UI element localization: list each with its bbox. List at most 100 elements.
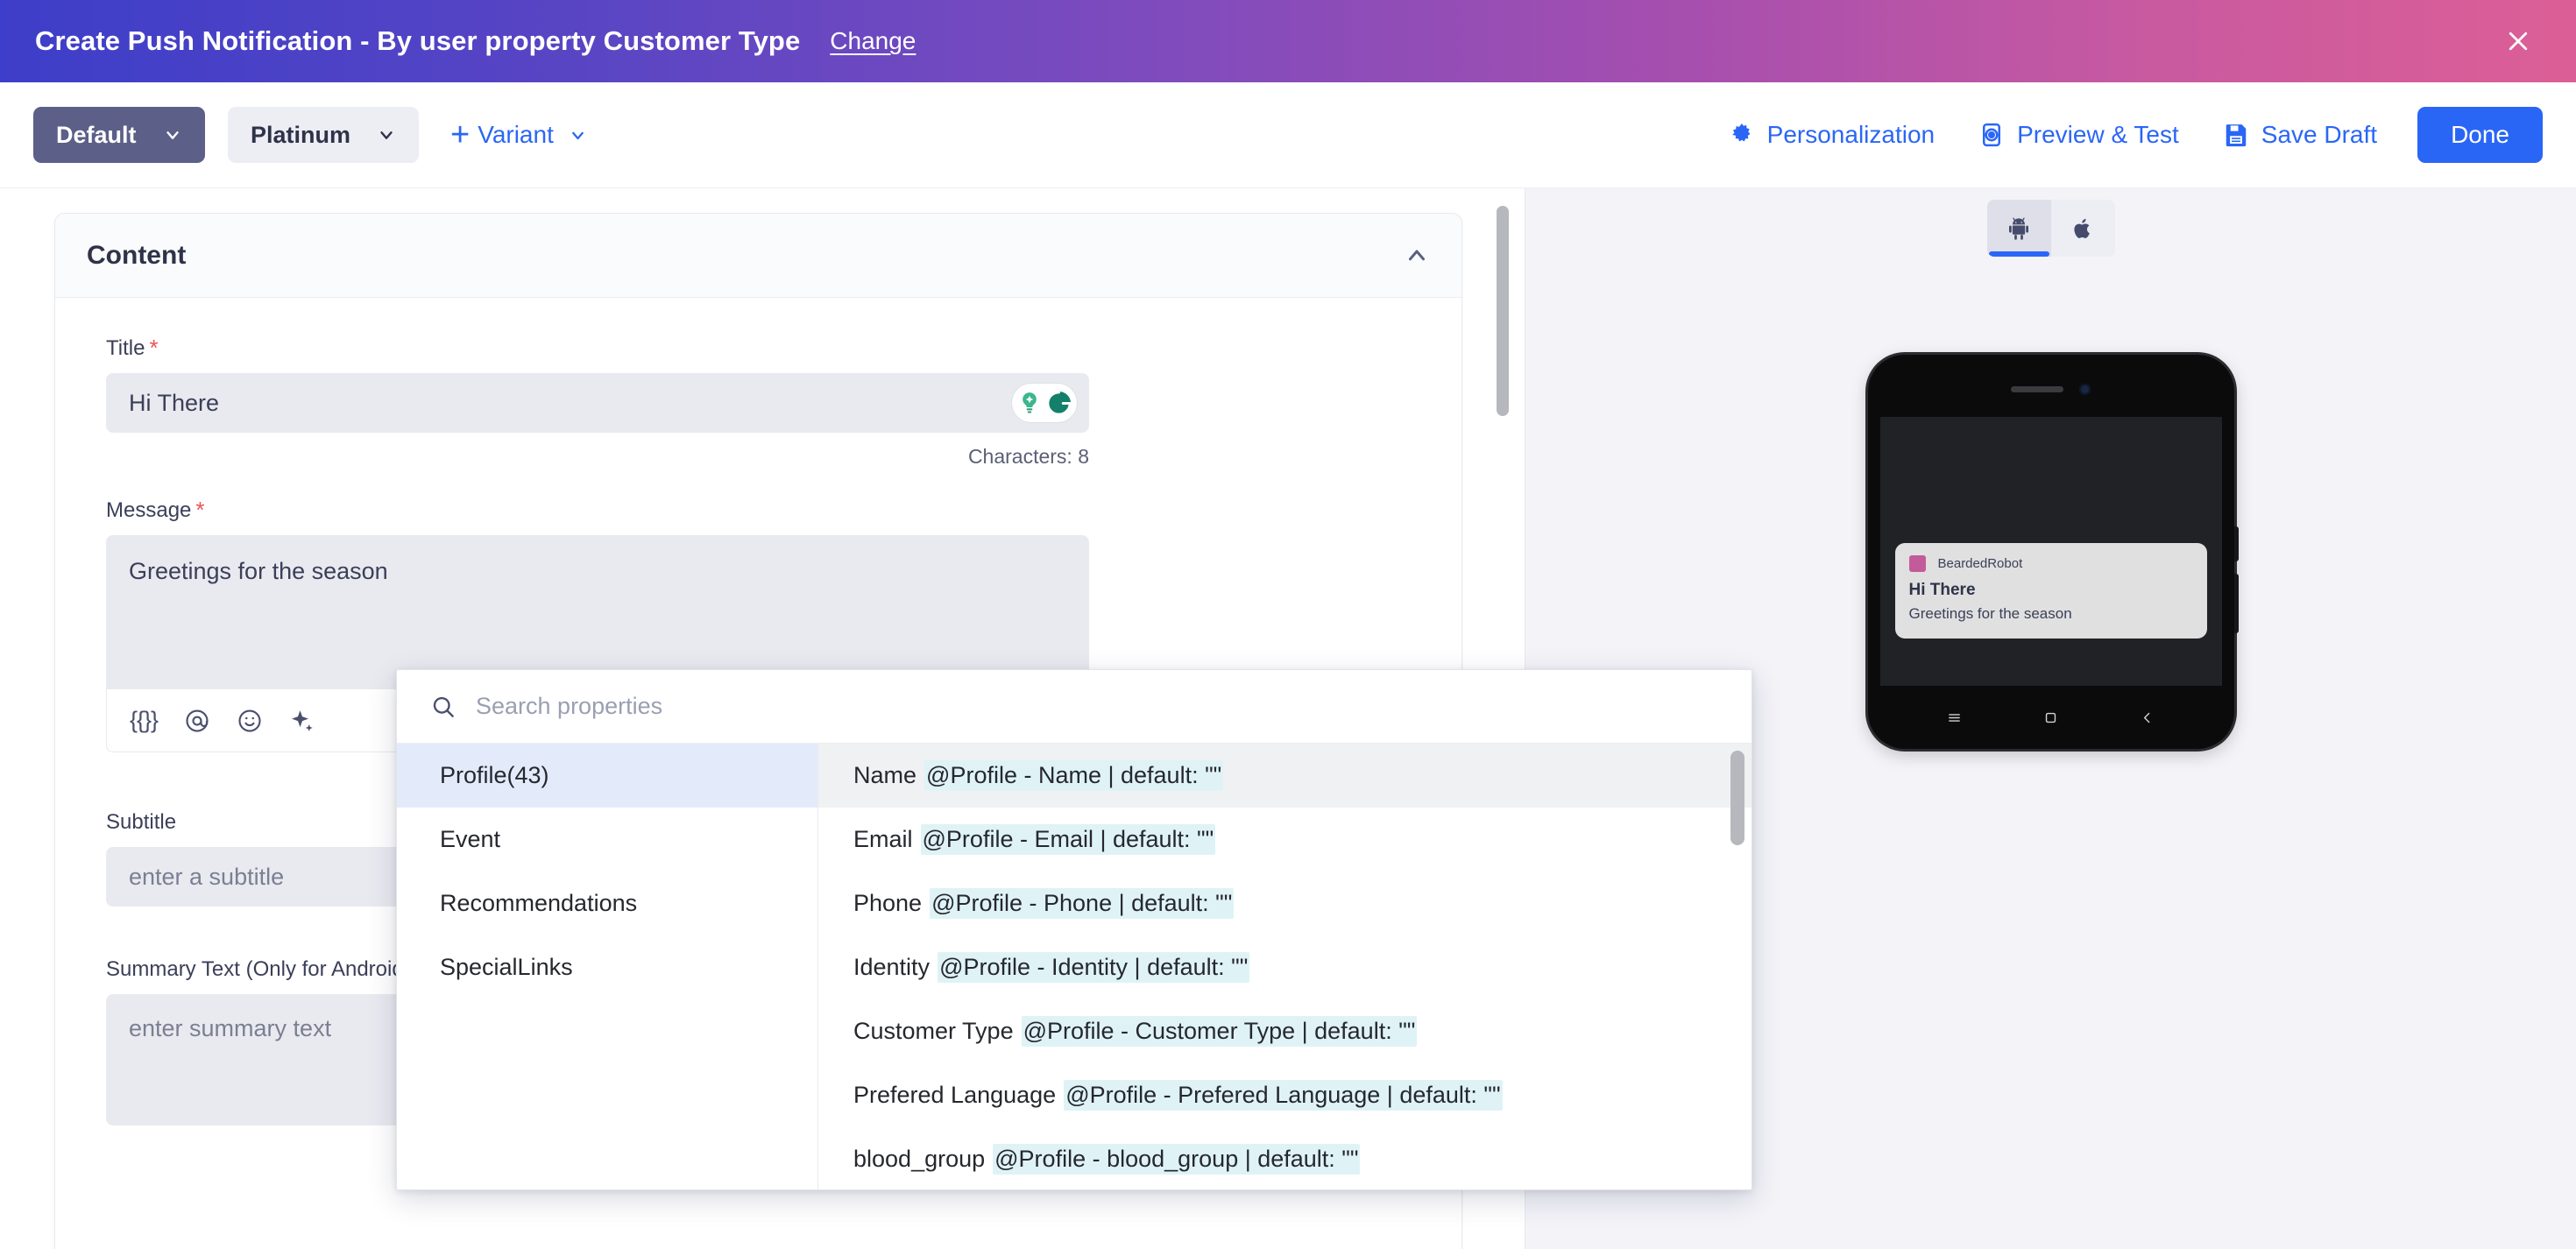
android-icon — [2009, 217, 2028, 240]
editor-toolbar: Default Platinum + Variant Personalizati… — [0, 82, 2576, 188]
preview-test-label: Preview & Test — [2017, 121, 2179, 148]
emoji-icon[interactable] — [237, 708, 263, 734]
add-variant-label: Variant — [478, 121, 554, 148]
change-audience-link[interactable]: Change — [830, 27, 916, 55]
chevron-down-icon — [377, 125, 396, 145]
phone-speaker — [2011, 386, 2063, 392]
save-draft-label: Save Draft — [2261, 121, 2378, 148]
property-name: Phone — [853, 890, 923, 916]
android-tab[interactable] — [1986, 200, 2051, 257]
required-asterisk: * — [149, 335, 159, 361]
personalization-button[interactable]: Personalization — [1729, 121, 1935, 149]
chevron-down-icon — [569, 126, 587, 145]
property-row[interactable]: blood_group @Profile - blood_group | def… — [818, 1127, 1752, 1189]
required-asterisk: * — [195, 497, 205, 523]
platform-tab-group — [1986, 200, 2115, 257]
personalization-label: Personalization — [1766, 121, 1936, 148]
save-floppy-icon — [2223, 122, 2249, 148]
properties-scroll-thumb[interactable] — [1730, 751, 1744, 845]
message-textarea[interactable]: Greetings for the season — [106, 535, 1089, 689]
android-back-icon[interactable] — [2140, 710, 2155, 725]
push-notification-editor: Create Push Notification - By user prope… — [0, 0, 2576, 1249]
title-input-value: Hi There — [129, 389, 220, 416]
search-icon — [430, 694, 456, 720]
property-token: @Profile - Name | default: "" — [924, 760, 1224, 791]
liquid-braces-icon[interactable]: {{}} — [130, 707, 159, 734]
property-token: @Profile - Prefered Language | default: … — [1064, 1080, 1503, 1111]
content-pane-scroll-thumb[interactable] — [1497, 206, 1509, 416]
close-icon[interactable] — [2495, 18, 2541, 64]
properties-picker-popup: Profile(43) Event Recommendations Specia… — [396, 669, 1752, 1190]
content-card-title: Content — [87, 240, 187, 270]
search-properties-input[interactable] — [476, 693, 1718, 720]
window-titlebar: Create Push Notification - By user prope… — [0, 0, 2576, 82]
properties-category-list: Profile(43) Event Recommendations Specia… — [397, 744, 818, 1189]
android-menu-icon[interactable] — [1947, 710, 1962, 725]
toolbar-actions: Personalization Preview & Test Save Draf… — [1685, 107, 2543, 163]
app-icon — [1908, 555, 1926, 572]
property-token: @Profile - blood_group | default: "" — [993, 1144, 1361, 1175]
message-field-label: Message * — [106, 497, 205, 523]
add-variant-button[interactable]: + Variant — [450, 118, 587, 152]
property-row[interactable]: Phone @Profile - Phone | default: "" — [818, 871, 1752, 935]
page-title: Create Push Notification - By user prope… — [35, 25, 801, 56]
properties-body: Profile(43) Event Recommendations Specia… — [397, 744, 1752, 1189]
variant-default-label: Default — [56, 121, 137, 148]
phone-side-button-top — [2233, 526, 2239, 561]
property-row[interactable]: Email @Profile - Email | default: "" — [818, 808, 1752, 871]
category-item-event[interactable]: Event — [397, 808, 817, 871]
property-token: @Profile - Customer Type | default: "" — [1021, 1016, 1418, 1047]
property-name: Identity — [853, 954, 931, 980]
notification-message: Greetings for the season — [1908, 605, 2072, 622]
category-item-profile[interactable]: Profile(43) — [397, 744, 817, 808]
property-row[interactable]: Name @Profile - Name | default: "" — [818, 744, 1752, 808]
phone-camera — [2079, 384, 2091, 395]
property-token: @Profile - Phone | default: "" — [930, 888, 1235, 919]
title-char-count: Characters: 8 — [967, 445, 1089, 468]
chevron-down-icon — [163, 125, 182, 145]
save-draft-button[interactable]: Save Draft — [2223, 121, 2377, 149]
phone-side-button-bottom — [2233, 574, 2239, 633]
notification-header: BeardedRobot — [1908, 555, 2193, 572]
title-field-label: Title * — [106, 335, 159, 361]
preview-test-button[interactable]: Preview & Test — [1978, 121, 2179, 149]
property-row[interactable]: Identity @Profile - Identity | default: … — [818, 935, 1752, 999]
chevron-up-icon[interactable] — [1404, 243, 1430, 269]
property-token: @Profile - Identity | default: "" — [938, 952, 1250, 983]
properties-search-row — [397, 670, 1752, 744]
property-name: blood_group — [853, 1146, 986, 1172]
gear-icon — [1729, 122, 1755, 148]
variant-default-selector[interactable]: Default — [33, 107, 205, 163]
preview-device-icon — [1978, 122, 2005, 148]
grammarly-icon[interactable] — [1012, 384, 1077, 422]
ai-sparkle-icon[interactable] — [289, 708, 315, 734]
properties-scrollbar[interactable] — [1730, 751, 1744, 1182]
notification-preview-card: BeardedRobot Hi There Greetings for the … — [1894, 543, 2207, 639]
property-row[interactable]: Prefered Language @Profile - Prefered La… — [818, 1063, 1752, 1127]
android-home-icon[interactable] — [2043, 710, 2058, 725]
property-name: Email — [853, 826, 913, 852]
apple-icon — [2074, 218, 2090, 238]
properties-item-list: Name @Profile - Name | default: "" Email… — [818, 744, 1752, 1189]
title-input[interactable]: Hi There — [106, 373, 1089, 433]
category-item-speciallinks[interactable]: SpecialLinks — [397, 935, 817, 999]
phone-preview-device: BeardedRobot Hi There Greetings for the … — [1867, 355, 2239, 749]
notification-app-name: BeardedRobot — [1937, 556, 2023, 571]
content-card-header: Content — [55, 214, 1461, 298]
phone-screen: BeardedRobot Hi There Greetings for the … — [1879, 417, 2222, 686]
variant-platinum-label: Platinum — [251, 121, 351, 148]
property-row[interactable]: Customer Type @Profile - Customer Type |… — [818, 999, 1752, 1063]
property-name: Prefered Language — [853, 1082, 1057, 1108]
message-textarea-value: Greetings for the season — [129, 558, 388, 584]
notification-title: Hi There — [1908, 581, 1976, 599]
property-name: Name — [853, 762, 917, 788]
property-token: @Profile - Email | default: "" — [920, 824, 1216, 855]
mention-at-icon[interactable] — [184, 708, 210, 734]
title-field-group: Title * Hi There Characters: 8 — [106, 336, 1411, 469]
variant-platinum-selector[interactable]: Platinum — [228, 107, 420, 163]
category-item-recommendations[interactable]: Recommendations — [397, 871, 817, 935]
done-button[interactable]: Done — [2417, 107, 2543, 163]
property-name: Customer Type — [853, 1018, 1014, 1044]
phone-notch — [1868, 384, 2234, 395]
apple-tab[interactable] — [2051, 200, 2115, 257]
